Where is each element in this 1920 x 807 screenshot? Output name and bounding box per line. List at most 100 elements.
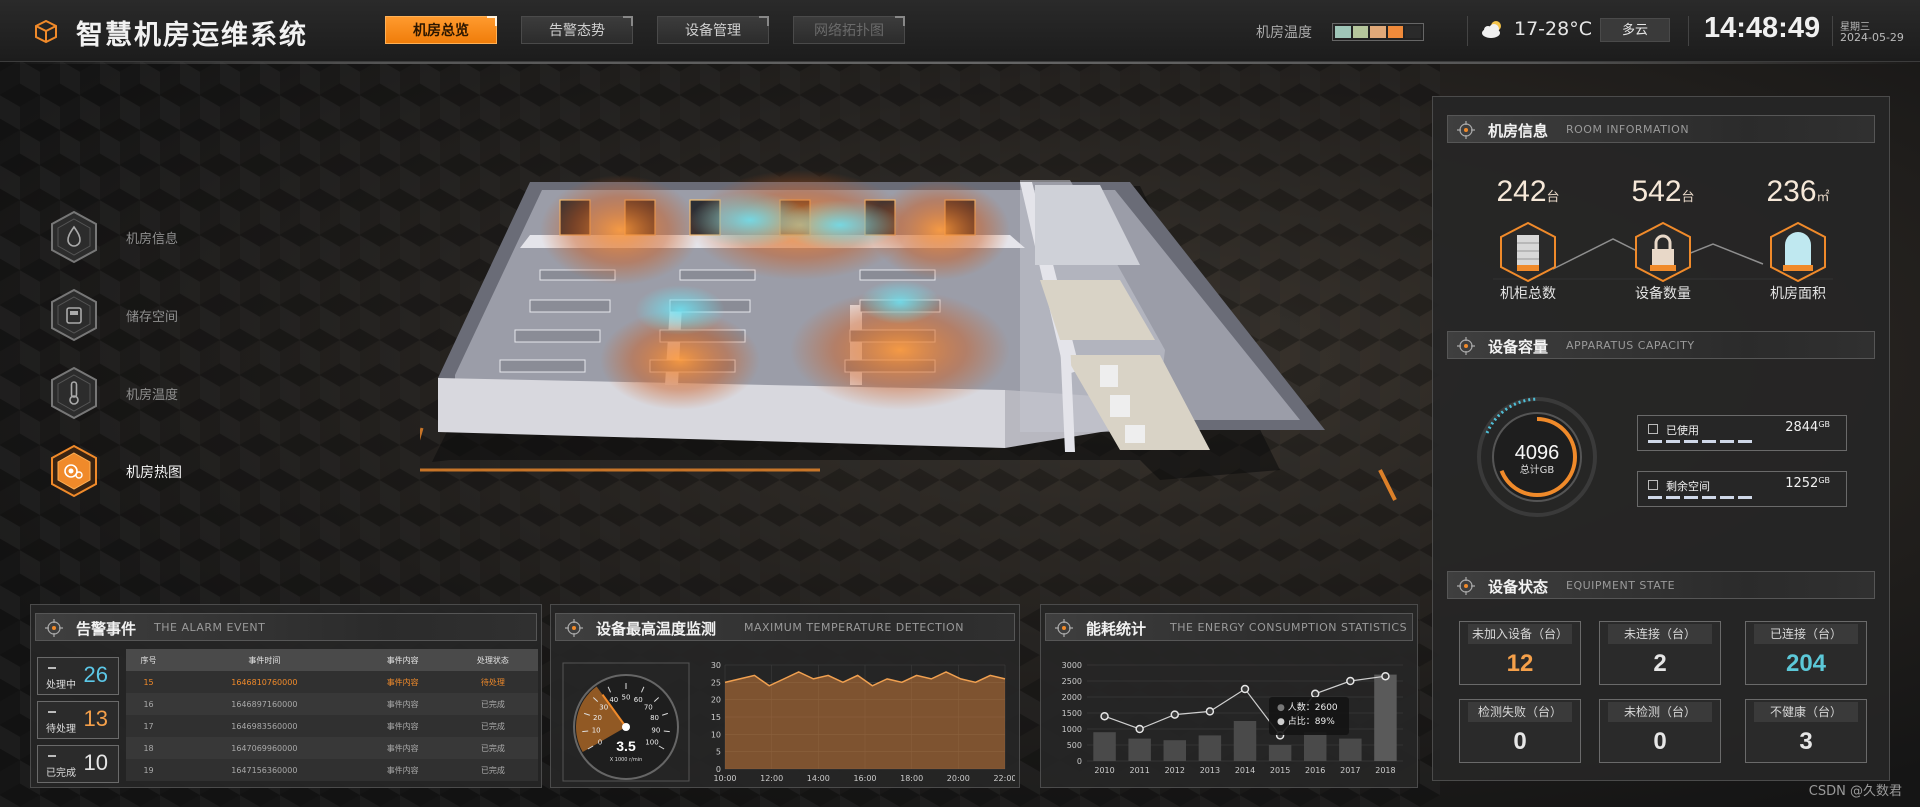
energy-bar <box>1303 732 1327 761</box>
weather-status: 多云 <box>1600 18 1670 42</box>
cabinet-icon <box>1500 221 1556 283</box>
right-panel: 机房信息 ROOM INFORMATION 242台 机柜总数 542台 设备数… <box>1432 96 1890 781</box>
equipment-state-title-bar: 设备状态 EQUIPMENT STATE <box>1447 571 1875 599</box>
tab-overview[interactable]: 机房总览 <box>385 16 497 44</box>
capacity-title: 设备容量 <box>1488 338 1549 356</box>
table-row[interactable]: 18 1647069960000 事件内容 已完成 <box>126 737 538 759</box>
state-card-unhealthy[interactable]: 不健康（台） 3 <box>1745 699 1867 763</box>
x-tick-label: 14:00 <box>807 774 830 783</box>
capacity-total: 4096 <box>1515 442 1560 464</box>
alarm-count-value: 13 <box>83 706 108 731</box>
y-tick-label: 10 <box>711 730 721 739</box>
target-icon <box>1457 121 1475 139</box>
capacity-free-unit: GB <box>1818 476 1830 485</box>
target-icon <box>1457 337 1475 355</box>
temperature-area-chart: 0 5 10 15 20 25 30 10:00 12:00 14:00 16:00 18:00 20:… <box>711 661 1015 783</box>
tab-network-topology[interactable]: 网络拓扑图 <box>793 16 905 44</box>
menu-item-room-heatmap[interactable]: 机房热图 <box>48 444 248 498</box>
capacity-ring-gauge: 4096 总计GB <box>1477 397 1597 517</box>
partly-cloudy-icon <box>1482 21 1501 38</box>
menu-label: 机房温度 <box>126 388 179 403</box>
dash <box>48 667 56 669</box>
table-row[interactable]: 16 1646897160000 事件内容 已完成 <box>126 693 538 715</box>
capacity-used: 已使用 2844GB <box>1637 415 1847 451</box>
tab-device-management[interactable]: 设备管理 <box>657 16 769 44</box>
cell: 16 <box>126 693 172 715</box>
cell: 已完成 <box>447 715 538 737</box>
temp-bar-segment <box>1387 26 1404 38</box>
energy-point <box>1135 724 1144 734</box>
alarm-count-pending[interactable]: 待处理 13 <box>37 701 119 739</box>
energy-bar <box>1268 745 1292 761</box>
energy-bar <box>1163 740 1187 761</box>
stat-room-area: 236㎡ 机房面积 <box>1743 175 1853 303</box>
capacity-title-bar: 设备容量 APPARATUS CAPACITY <box>1447 331 1875 359</box>
menu-item-room-info[interactable]: 机房信息 <box>48 210 248 264</box>
alarm-count-processing[interactable]: 处理中 26 <box>37 657 119 695</box>
heatmap-icon <box>51 444 97 498</box>
stat-value: 236 <box>1766 175 1817 208</box>
state-label: 不健康（台） <box>1754 702 1858 722</box>
date: 2024-05-29 <box>1840 31 1904 44</box>
dash <box>48 711 56 713</box>
y-tick-label: 1500 <box>1062 709 1082 718</box>
menu-item-room-temperature[interactable]: 机房温度 <box>48 366 248 420</box>
gauge-value: 3.5 <box>616 738 636 754</box>
x-tick-label: 2017 <box>1340 766 1360 775</box>
state-label: 已连接（台） <box>1754 624 1858 644</box>
energy-title: 能耗统计 <box>1086 620 1147 638</box>
cell: 1646810760000 <box>171 671 358 693</box>
target-icon <box>565 619 583 637</box>
tab-alarm[interactable]: 告警态势 <box>521 16 633 44</box>
energy-point <box>1100 711 1109 721</box>
menu-item-storage[interactable]: 储存空间 <box>48 288 248 342</box>
cell: 已完成 <box>447 737 538 759</box>
state-card-not-added[interactable]: 未加入设备（台） 12 <box>1459 621 1581 685</box>
gauge-tick-label: 10 <box>592 727 601 735</box>
cell: 1646897160000 <box>171 693 358 715</box>
state-value: 0 <box>1513 728 1527 755</box>
col-header: 事件时间 <box>171 649 358 671</box>
x-tick-label: 2016 <box>1305 766 1325 775</box>
table-row[interactable]: 15 1646810760000 事件内容 待处理 <box>126 671 538 693</box>
capacity-used-value: 2844 <box>1785 420 1819 435</box>
area-icon <box>1770 221 1826 283</box>
header-divider <box>1688 16 1689 46</box>
table-row[interactable]: 19 1647156360000 事件内容 已完成 <box>126 759 538 781</box>
tooltip-label: 人数： <box>1287 703 1315 713</box>
table-row[interactable]: 17 1646983560000 事件内容 已完成 <box>126 715 538 737</box>
cube-logo-icon <box>35 19 57 44</box>
capacity-dash-indicator <box>1648 440 1752 443</box>
state-value: 204 <box>1785 650 1827 677</box>
energy-bar <box>1093 732 1116 761</box>
state-card-connected[interactable]: 已连接（台） 204 <box>1745 621 1867 685</box>
state-label: 未检测（台） <box>1608 702 1712 722</box>
cell: 1647156360000 <box>171 759 358 781</box>
tooltip-value: 89% <box>1314 717 1335 727</box>
tooltip-value: 2600 <box>1314 703 1338 713</box>
energy-point <box>1346 676 1355 686</box>
state-card-check-failed[interactable]: 检测失败（台） 0 <box>1459 699 1581 763</box>
menu-label: 机房信息 <box>126 232 179 247</box>
temp-bar-segment <box>1370 26 1386 38</box>
cell: 17 <box>126 715 172 737</box>
tooltip-label: 占比： <box>1287 717 1315 727</box>
energy-bar <box>1233 721 1257 761</box>
state-card-disconnected[interactable]: 未连接（台） 2 <box>1599 621 1721 685</box>
menu-label: 储存空间 <box>126 310 179 325</box>
drop-icon <box>51 210 97 264</box>
state-card-unchecked[interactable]: 未检测（台） 0 <box>1599 699 1721 763</box>
temp-bar-segment <box>1405 26 1421 38</box>
gauge-tick-label: 70 <box>644 703 653 711</box>
temperature-area <box>725 671 1005 769</box>
y-tick-label: 0 <box>1077 757 1082 766</box>
cell: 已完成 <box>447 693 538 715</box>
alarm-count-completed[interactable]: 已完成 10 <box>37 745 119 783</box>
server-room-3d-view[interactable] <box>420 170 1440 610</box>
x-tick-label: 20:00 <box>947 774 970 783</box>
dash <box>48 755 56 757</box>
state-label: 检测失败（台） <box>1468 702 1572 722</box>
speed-gauge: 0 10 20 3040 50 6070 80 90 100 3.5 X 1000 r/min <box>562 662 690 782</box>
stat-value: 242 <box>1496 175 1547 208</box>
gauge-tick-label: 40 <box>609 696 618 704</box>
